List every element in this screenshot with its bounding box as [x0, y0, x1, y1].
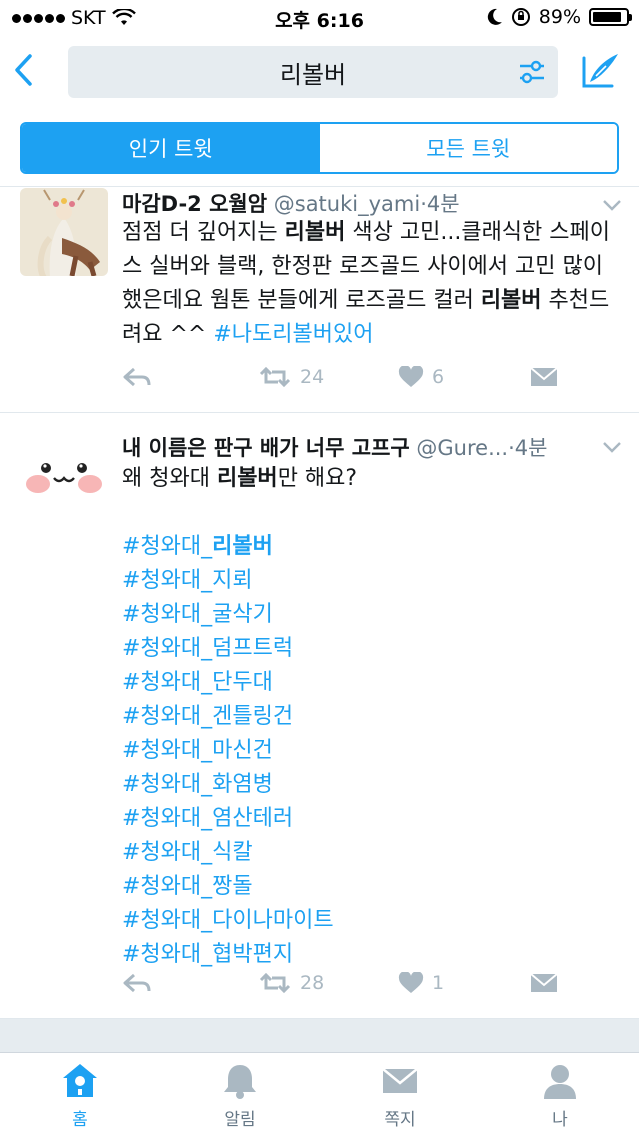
envelope-icon	[382, 1068, 418, 1093]
display-name[interactable]: 마감D-2 오월암	[122, 192, 267, 216]
like-button[interactable]: 1	[398, 972, 444, 994]
hashtag-link[interactable]: #청와대_염산테러	[122, 802, 622, 836]
heart-icon	[398, 366, 424, 387]
avatar[interactable]	[20, 188, 108, 276]
separator-dot: ·	[508, 436, 515, 460]
user-handle[interactable]: @Gure...	[416, 436, 508, 460]
tweet-actions: 24 6	[122, 366, 562, 396]
retweet-icon	[259, 366, 291, 388]
reply-icon	[123, 973, 151, 993]
search-nav-bar: 리볼버	[0, 36, 639, 110]
tab-label: 알림	[224, 1110, 256, 1130]
hashtag-link[interactable]: #청와대_화염병	[122, 768, 622, 802]
bell-icon	[224, 1065, 256, 1099]
direct-message-button[interactable]	[530, 972, 558, 994]
timestamp: 4분	[426, 192, 460, 216]
tab-me[interactable]: 나	[510, 1061, 610, 1130]
tab-all-tweets[interactable]: 모든 트윗	[319, 124, 617, 172]
tab-label: 나	[552, 1110, 568, 1130]
tab-notifications[interactable]: 알림	[190, 1061, 290, 1130]
reply-button[interactable]	[122, 366, 152, 388]
retweet-icon	[259, 972, 291, 994]
tweet-header: 내 이름은 판구 배가 너무 고프구 @Gure...·4분	[122, 432, 547, 462]
direct-message-button[interactable]	[530, 366, 558, 388]
tweet-text-segment: 리볼버	[480, 288, 542, 313]
person-icon	[544, 1065, 576, 1099]
filter-sliders-icon[interactable]	[518, 59, 546, 85]
display-name[interactable]: 내 이름은 판구 배가 너무 고프구	[122, 436, 410, 460]
user-handle[interactable]: @satuki_yami	[274, 192, 420, 216]
reply-button[interactable]	[122, 972, 152, 994]
hashtag-link[interactable]: #청와대_다이나마이트	[122, 904, 622, 938]
battery-icon	[589, 8, 632, 26]
search-field[interactable]: 리볼버	[68, 46, 558, 98]
hashtag-list: #청와대_리볼버 #청와대_지뢰 #청와대_굴삭기 #청와대_덤프트럭 #청와대_단두대…	[122, 530, 622, 972]
hashtag-link[interactable]: #청와대_협박편지	[122, 938, 622, 972]
retweet-button[interactable]: 28	[258, 972, 324, 994]
tweet-text-line: 왜 청와대 리볼버만 해요?	[122, 466, 358, 491]
hashtag-link[interactable]: #청와대_겐틀링건	[122, 700, 622, 734]
hashtag-link[interactable]: #청와대_덤프트럭	[122, 632, 622, 666]
timestamp: 4분	[514, 436, 548, 460]
tweet-text: 왜 청와대 리볼버만 해요? #청와대_리볼버 #청와대_지뢰 #청와대_굴삭기 #청…	[122, 462, 622, 972]
hashtag-link[interactable]: #나도리볼버있어	[213, 322, 373, 347]
hashtag-link[interactable]: #청와대_리볼버	[122, 530, 622, 564]
tweet-actions: 28 1	[122, 972, 562, 1002]
like-count: 6	[432, 366, 445, 388]
hashtag-link[interactable]: #청와대_마신건	[122, 734, 622, 768]
tweet-text: 점점 더 깊어지는 리볼버 색상 고민...클래식한 스페이스 실버와 블랙, …	[122, 216, 622, 352]
section-gap	[0, 1019, 639, 1053]
like-count: 1	[432, 972, 445, 994]
reply-icon	[123, 367, 151, 387]
tab-label: 쪽지	[384, 1110, 416, 1130]
chevron-down-icon[interactable]	[601, 440, 623, 454]
envelope-icon	[530, 973, 558, 992]
back-chevron-icon[interactable]	[10, 52, 40, 88]
hashtag-link[interactable]: #청와대_굴삭기	[122, 598, 622, 632]
hashtag-link[interactable]: #청와대_식칼	[122, 836, 622, 870]
envelope-icon	[530, 367, 558, 386]
tweet-header: 마감D-2 오월암 @satuki_yami·4분	[122, 188, 460, 218]
tab-home[interactable]: 홈	[30, 1061, 130, 1130]
tab-popular-tweets[interactable]: 인기 트윗	[22, 124, 320, 172]
rotation-lock-icon	[511, 8, 530, 26]
like-button[interactable]: 6	[398, 366, 444, 388]
home-birdhouse-icon	[63, 1064, 97, 1097]
tweet-text-segment: 리볼버	[284, 220, 346, 245]
search-query-text: 리볼버	[279, 60, 347, 89]
status-bar: SKT 오후 6:16 89%	[0, 0, 639, 36]
hashtag-link[interactable]: #청와대_지뢰	[122, 564, 622, 598]
retweet-count: 24	[300, 366, 325, 388]
compose-tweet-icon[interactable]	[580, 50, 622, 90]
avatar[interactable]	[20, 428, 108, 516]
tab-messages[interactable]: 쪽지	[350, 1061, 450, 1130]
retweet-button[interactable]: 24	[258, 366, 324, 388]
tweet-filter-segmented-control: 인기 트윗 모든 트윗	[20, 122, 619, 174]
heart-icon	[398, 972, 424, 993]
separator-dot: ·	[420, 192, 427, 216]
tweet-item[interactable]: 내 이름은 판구 배가 너무 고프구 @Gure...·4분 왜 청와대 리볼버…	[0, 412, 639, 1018]
hashtag-link[interactable]: #청와대_단두대	[122, 666, 622, 700]
tweet-text-segment: 점점 더 깊어지는	[122, 220, 285, 245]
retweet-count: 28	[300, 972, 325, 994]
moon-icon	[487, 8, 502, 25]
tab-label: 홈	[72, 1110, 88, 1130]
hashtag-link[interactable]: #청와대_짱돌	[122, 870, 622, 904]
chevron-down-icon[interactable]	[601, 198, 623, 212]
battery-percent: 89%	[538, 6, 581, 28]
tweet-item[interactable]: 마감D-2 오월암 @satuki_yami·4분 점점 더 깊어지는 리볼버 …	[0, 186, 639, 412]
bottom-tab-bar: 홈 알림 쪽지 나	[0, 1052, 639, 1138]
